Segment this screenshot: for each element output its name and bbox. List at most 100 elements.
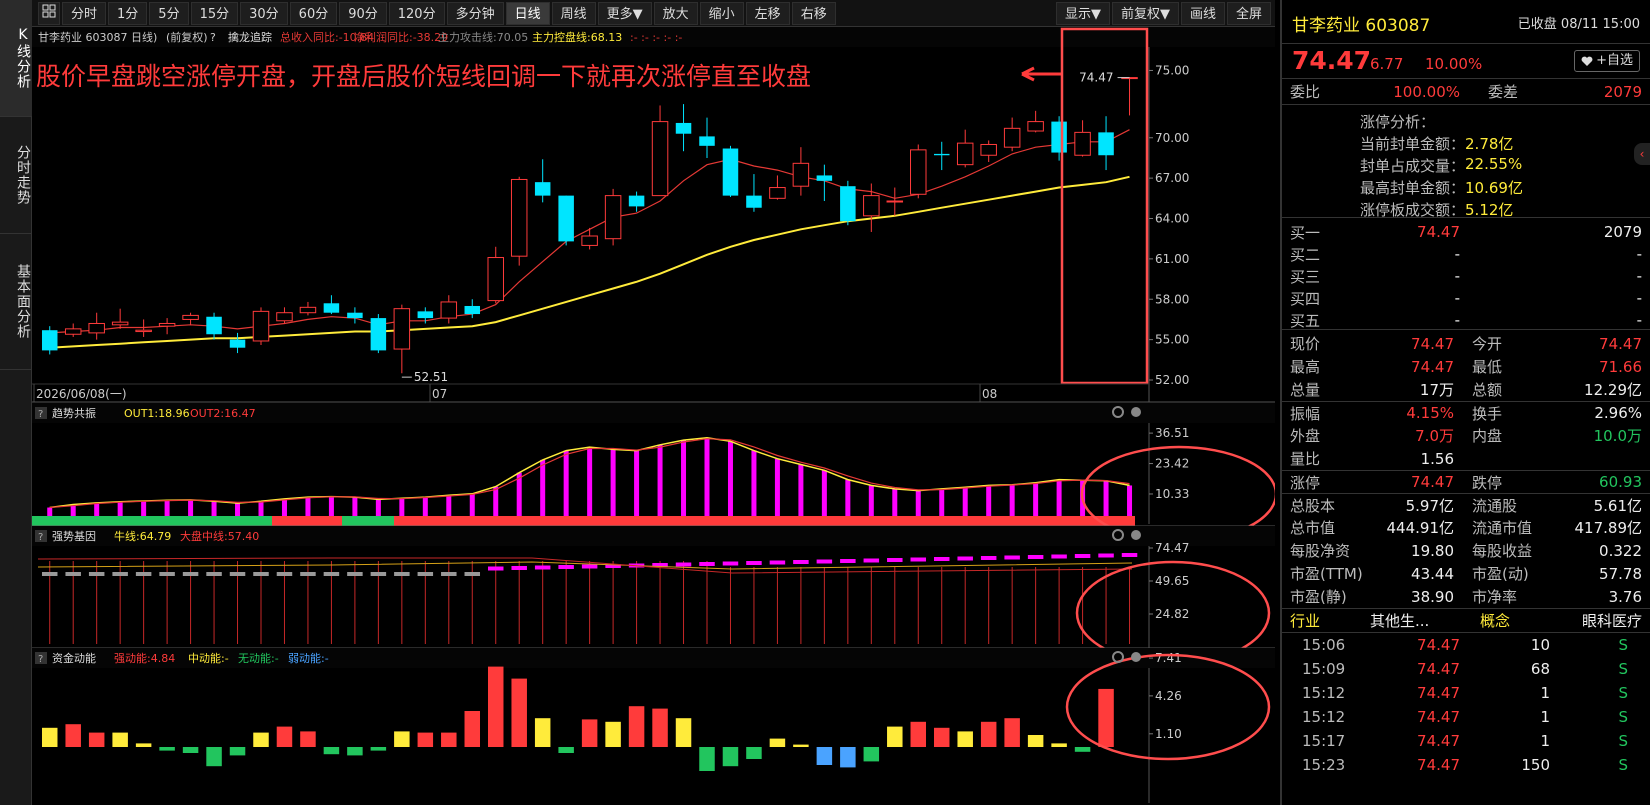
energy-bar — [394, 731, 410, 747]
quote-label: 今开 — [1472, 335, 1503, 353]
quote-row: 量比 1.56 — [1282, 447, 1650, 470]
gene-box — [769, 560, 786, 565]
tick-time: 15:12 — [1302, 708, 1346, 726]
energy-bar — [88, 732, 105, 747]
grid-icon[interactable] — [38, 1, 60, 25]
add-watchlist-button[interactable]: +自选 — [1574, 50, 1640, 72]
energy-bar — [769, 738, 786, 747]
toolbar: 分时 1分 5分 15分 30分 60分 90分 120分 多分钟 日线 周线 更多▼ 放大 缩小 左移 右移… — [32, 0, 1275, 27]
trend-bar — [657, 444, 663, 518]
toolbar-button-15[interactable]: 右移 — [791, 1, 836, 25]
order-volume: - — [1636, 245, 1642, 263]
price-axis-label: 55.00 — [1155, 333, 1189, 347]
energy-bar — [699, 747, 715, 771]
limit-analysis-title: 涨停分析： — [1360, 113, 1436, 131]
kline-chart-svg[interactable]: 甘李药业 603087 日线) (前复权)? 擒龙追踪 总收入同比:-10.84净利润… — [32, 27, 1275, 805]
quote-value: 74.47 — [1411, 357, 1454, 376]
quote-label: 总量 — [1290, 381, 1321, 399]
annotation-text: 股价早盘跳空涨停开盘，开盘后股价短线回调一下就再次涨停直至收盘 — [36, 62, 811, 91]
trend-bar — [798, 464, 804, 518]
candle-body-up — [440, 301, 458, 319]
collapse-panel-icon[interactable]: ‹ — [1634, 143, 1650, 165]
chart-header-field: (前复权) — [166, 30, 208, 44]
close-icon — [1131, 407, 1141, 417]
candle-body-down — [41, 330, 58, 351]
weibi-row: 委比 100.00% 委差 2079 — [1282, 78, 1650, 104]
toolbar-button-14[interactable]: 左移 — [745, 1, 790, 25]
toolbar-button-7[interactable]: 120分 — [388, 1, 445, 25]
tab-fundamentals[interactable]: 基本面分析 — [0, 234, 32, 370]
gene-box — [88, 572, 105, 576]
trend-bar — [892, 488, 898, 518]
panel-header-field: 大盘中线:57.40 — [180, 529, 259, 543]
trend-bar — [141, 501, 147, 518]
toolbar-button-8[interactable]: 多分钟 — [446, 1, 504, 25]
candle-body-up — [88, 322, 105, 334]
tick-time: 15:06 — [1302, 636, 1346, 654]
tick-volume: 1 — [1540, 732, 1550, 750]
p2-axis-label: 24.82 — [1155, 607, 1189, 621]
energy-bar — [206, 747, 222, 767]
toolbar-right-button-2[interactable]: 画线 — [1180, 1, 1225, 25]
trend-bar — [422, 497, 428, 518]
weicha-value: 2079 — [1603, 82, 1642, 101]
energy-bar — [464, 711, 481, 747]
candle-body-up — [886, 200, 904, 203]
toolbar-button-11[interactable]: 更多▼ — [597, 1, 652, 25]
tick-row: 15:12 74.47 1 S — [1282, 705, 1650, 729]
price-axis-label: 58.00 — [1155, 292, 1189, 306]
quote-label: 市盈(TTM) — [1290, 565, 1362, 583]
price-axis-label: 75.00 — [1155, 63, 1189, 77]
toolbar-button-10[interactable]: 周线 — [551, 1, 596, 25]
quote-label: 内盘 — [1472, 427, 1503, 445]
toolbar-button-6[interactable]: 90分 — [339, 1, 387, 25]
order-volume: 2079 — [1603, 223, 1642, 241]
toolbar-button-3[interactable]: 15分 — [190, 1, 239, 25]
quote-value: 12.29亿 — [1584, 381, 1642, 399]
quote-value: 2.96% — [1594, 404, 1642, 422]
toolbar-button-12[interactable]: 放大 — [653, 1, 698, 25]
energy-bar — [487, 666, 504, 747]
high-price-label: 74.47 — [1079, 71, 1113, 85]
toolbar-button-1[interactable]: 1分 — [108, 1, 148, 25]
panel-header-field: 强动能:4.84 — [114, 651, 175, 665]
limit-analysis-value: 5.12亿 — [1465, 201, 1514, 219]
help-icon-label: ? — [38, 654, 43, 665]
industry-value[interactable]: 其他生... — [1370, 610, 1480, 631]
tick-row: 15:09 74.47 68 S — [1282, 657, 1650, 681]
limit-analysis-label: 最高封单金额： — [1360, 179, 1466, 197]
date-axis-label: 2026/06/08(一) — [36, 387, 127, 401]
quote-value: 60.93 — [1599, 473, 1642, 491]
toolbar-button-5[interactable]: 60分 — [289, 1, 338, 25]
tick-direction: S — [1618, 636, 1628, 654]
quote-label: 总股本 — [1290, 496, 1336, 515]
trend-bar — [305, 497, 311, 518]
quote-label: 外盘 — [1290, 427, 1321, 445]
gene-box — [910, 557, 927, 562]
quote-label: 每股净资 — [1290, 542, 1351, 560]
toolbar-button-0[interactable]: 分时 — [62, 1, 107, 25]
energy-bar — [816, 747, 833, 765]
toolbar-button-4[interactable]: 30分 — [240, 1, 288, 25]
toolbar-button-13[interactable]: 缩小 — [699, 1, 744, 25]
toolbar-button-9[interactable]: 日线 — [505, 1, 550, 25]
order-level-label: 买三 — [1290, 267, 1321, 286]
trend-bar — [188, 499, 194, 518]
concept-value[interactable]: 眼科医疗 — [1550, 610, 1642, 631]
energy-bar — [910, 721, 927, 747]
toolbar-button-2[interactable]: 5分 — [149, 1, 189, 25]
tab-intraday[interactable]: 分时走势 — [0, 117, 32, 234]
tab-kline-analysis[interactable]: K线分析 — [0, 0, 32, 117]
order-volume: - — [1636, 289, 1642, 307]
gene-box — [65, 572, 81, 576]
toolbar-right-button-3[interactable]: 全屏 — [1226, 1, 1271, 25]
tick-volume: 1 — [1540, 708, 1550, 726]
quote-label: 市盈(动) — [1472, 565, 1529, 583]
toolbar-right-button-0[interactable]: 显示▼ — [1055, 1, 1110, 25]
order-book-row: 买四 - - — [1282, 287, 1650, 309]
close-icon — [1131, 530, 1141, 540]
trend-bar — [774, 458, 780, 518]
order-level-label: 买一 — [1290, 223, 1321, 242]
toolbar-right-button-1[interactable]: 前复权▼ — [1111, 1, 1179, 25]
order-volume: - — [1636, 311, 1642, 329]
